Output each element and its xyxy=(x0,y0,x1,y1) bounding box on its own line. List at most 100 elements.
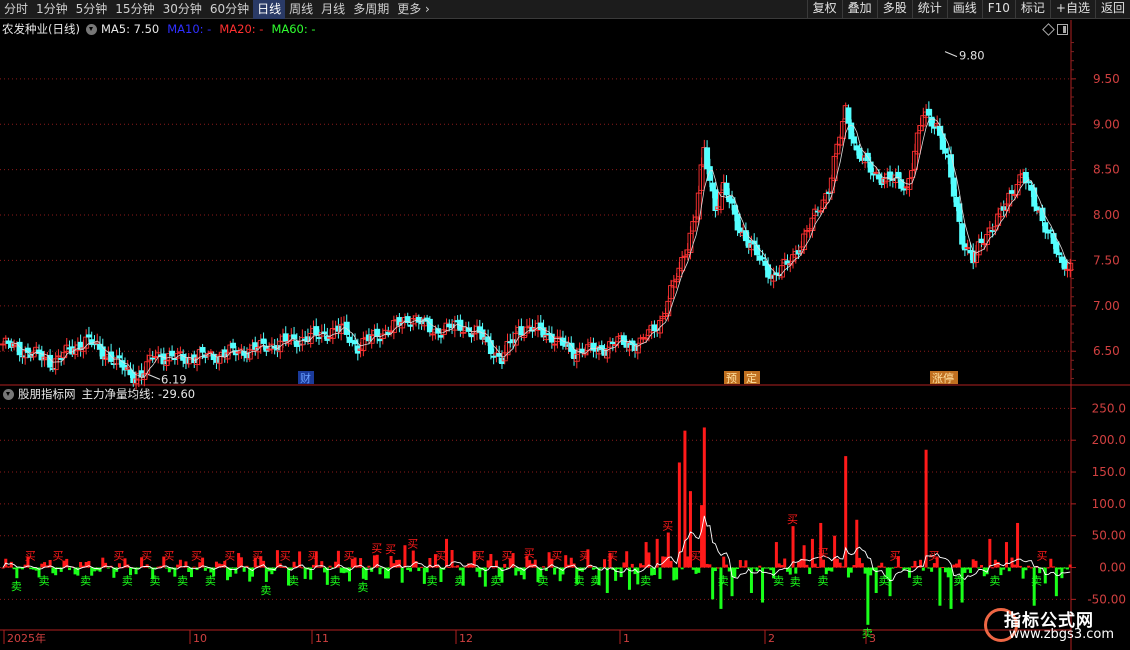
buy-signal-18: 买 xyxy=(551,549,562,562)
xaxis-label-5: 2 xyxy=(768,632,775,645)
sell-signal-13: 卖 xyxy=(490,575,501,588)
flow-bar-up xyxy=(281,566,285,568)
flow-bar-up xyxy=(7,566,11,568)
candle-down xyxy=(199,347,206,353)
flow-bar-up xyxy=(9,561,13,568)
candle-down xyxy=(978,238,985,244)
flow-bar-up xyxy=(456,565,460,568)
candle-down xyxy=(959,223,966,245)
flow-bar-down xyxy=(794,567,798,574)
flow-bar-down xyxy=(808,567,812,575)
indicator-tick-label: 50.00 xyxy=(1092,529,1126,543)
flow-bar-up xyxy=(317,566,321,568)
flow-bar-down xyxy=(636,567,640,585)
flow-bar-down xyxy=(478,567,482,578)
flow-bar-up xyxy=(810,538,814,568)
flow-bar-down xyxy=(788,567,792,575)
flow-bar-down xyxy=(827,567,831,571)
flow-bar-up xyxy=(838,562,842,568)
flow-bar-down xyxy=(930,567,934,572)
flow-bar-down xyxy=(514,567,518,576)
flow-bar-down xyxy=(977,567,981,569)
event-tag-3: 涨停 xyxy=(932,371,954,385)
flow-bar-down xyxy=(733,567,737,578)
flow-bar-down xyxy=(949,567,953,609)
flow-bar-up xyxy=(858,557,862,568)
sell-signal-5: 卖 xyxy=(177,575,188,588)
flow-bar-up xyxy=(716,567,720,569)
flow-bar-up xyxy=(603,559,607,568)
indicator-tick-label: 150.0 xyxy=(1092,465,1126,479)
flow-bar-down xyxy=(234,567,238,574)
flow-bar-up xyxy=(192,566,196,568)
flow-bar-up xyxy=(819,522,823,568)
flow-bar-up xyxy=(1,567,5,569)
candle-down xyxy=(316,337,322,339)
flow-bar-down xyxy=(905,567,909,570)
flow-bar-down xyxy=(891,567,895,569)
flow-bar-up xyxy=(300,567,304,569)
indicator-tick-label: 250.0 xyxy=(1092,401,1126,415)
candle-down xyxy=(1034,206,1040,211)
buy-signal-21: 买 xyxy=(662,520,673,533)
flow-bar-up xyxy=(1016,522,1020,568)
buy-signal-14: 买 xyxy=(435,549,446,562)
candle-down xyxy=(898,179,905,189)
buy-signal-2: 买 xyxy=(113,549,124,562)
candle-down xyxy=(845,107,852,124)
flow-bar-up xyxy=(630,563,634,568)
flow-bar-down xyxy=(439,567,443,582)
candle-down xyxy=(742,230,749,242)
flow-bar-up xyxy=(117,563,121,568)
flow-bar-up xyxy=(669,560,673,568)
flow-bar-up xyxy=(894,566,898,568)
flow-bar-up xyxy=(547,552,551,568)
buy-signal-10: 买 xyxy=(344,549,355,562)
flow-bar-up xyxy=(1027,565,1031,568)
flow-bar-up xyxy=(841,566,845,568)
sell-signal-15: 卖 xyxy=(574,575,585,588)
flow-bar-down xyxy=(600,567,604,569)
candle-down xyxy=(1056,252,1063,256)
flow-bar-down xyxy=(242,567,246,572)
candle-down xyxy=(706,166,713,181)
sell-signal-14: 卖 xyxy=(538,575,549,588)
flow-bar-down xyxy=(824,567,828,575)
flow-bar-up xyxy=(403,545,407,568)
flow-bar-up xyxy=(145,564,149,568)
sell-signal-23: 卖 xyxy=(879,575,890,588)
flow-bar-up xyxy=(852,565,856,568)
flow-bar-up xyxy=(450,550,454,568)
flow-bar-up xyxy=(722,556,726,568)
candle-down xyxy=(948,154,954,178)
candle-down xyxy=(723,182,730,196)
flow-bar-up xyxy=(777,563,781,568)
flow-bar-up xyxy=(292,561,296,568)
indicator-tick-label: 100.0 xyxy=(1092,497,1126,511)
candle-down xyxy=(1045,231,1052,234)
buy-signal-19: 买 xyxy=(579,549,590,562)
flow-bar-up xyxy=(991,567,995,569)
flow-bar-up xyxy=(883,566,887,568)
flow-bar-up xyxy=(564,555,568,568)
flow-bar-up xyxy=(389,556,393,568)
flow-bar-up xyxy=(328,565,332,568)
candle-down xyxy=(518,326,525,336)
flow-bar-up xyxy=(686,556,690,568)
buy-signal-6: 买 xyxy=(224,549,235,562)
flow-bar-up xyxy=(816,566,820,568)
stock-chart[interactable]: 6.507.007.508.008.509.009.50250.0200.015… xyxy=(0,0,1130,650)
watermark-url: www.zbgs3.com xyxy=(1008,627,1114,642)
flow-bar-down xyxy=(231,567,235,569)
flow-bar-up xyxy=(542,566,546,568)
candle-down xyxy=(851,136,857,144)
buy-signal-27: 买 xyxy=(1037,549,1048,562)
high-label: 9.80 xyxy=(959,49,985,63)
price-tick-label: 7.00 xyxy=(1093,299,1120,313)
buy-signal-25: 买 xyxy=(890,549,901,562)
flow-bar-down xyxy=(1021,567,1025,579)
flow-bar-up xyxy=(833,535,837,568)
flow-bar-down xyxy=(711,567,715,600)
flow-bar-down xyxy=(946,567,950,578)
flow-bar-up xyxy=(1013,564,1017,568)
